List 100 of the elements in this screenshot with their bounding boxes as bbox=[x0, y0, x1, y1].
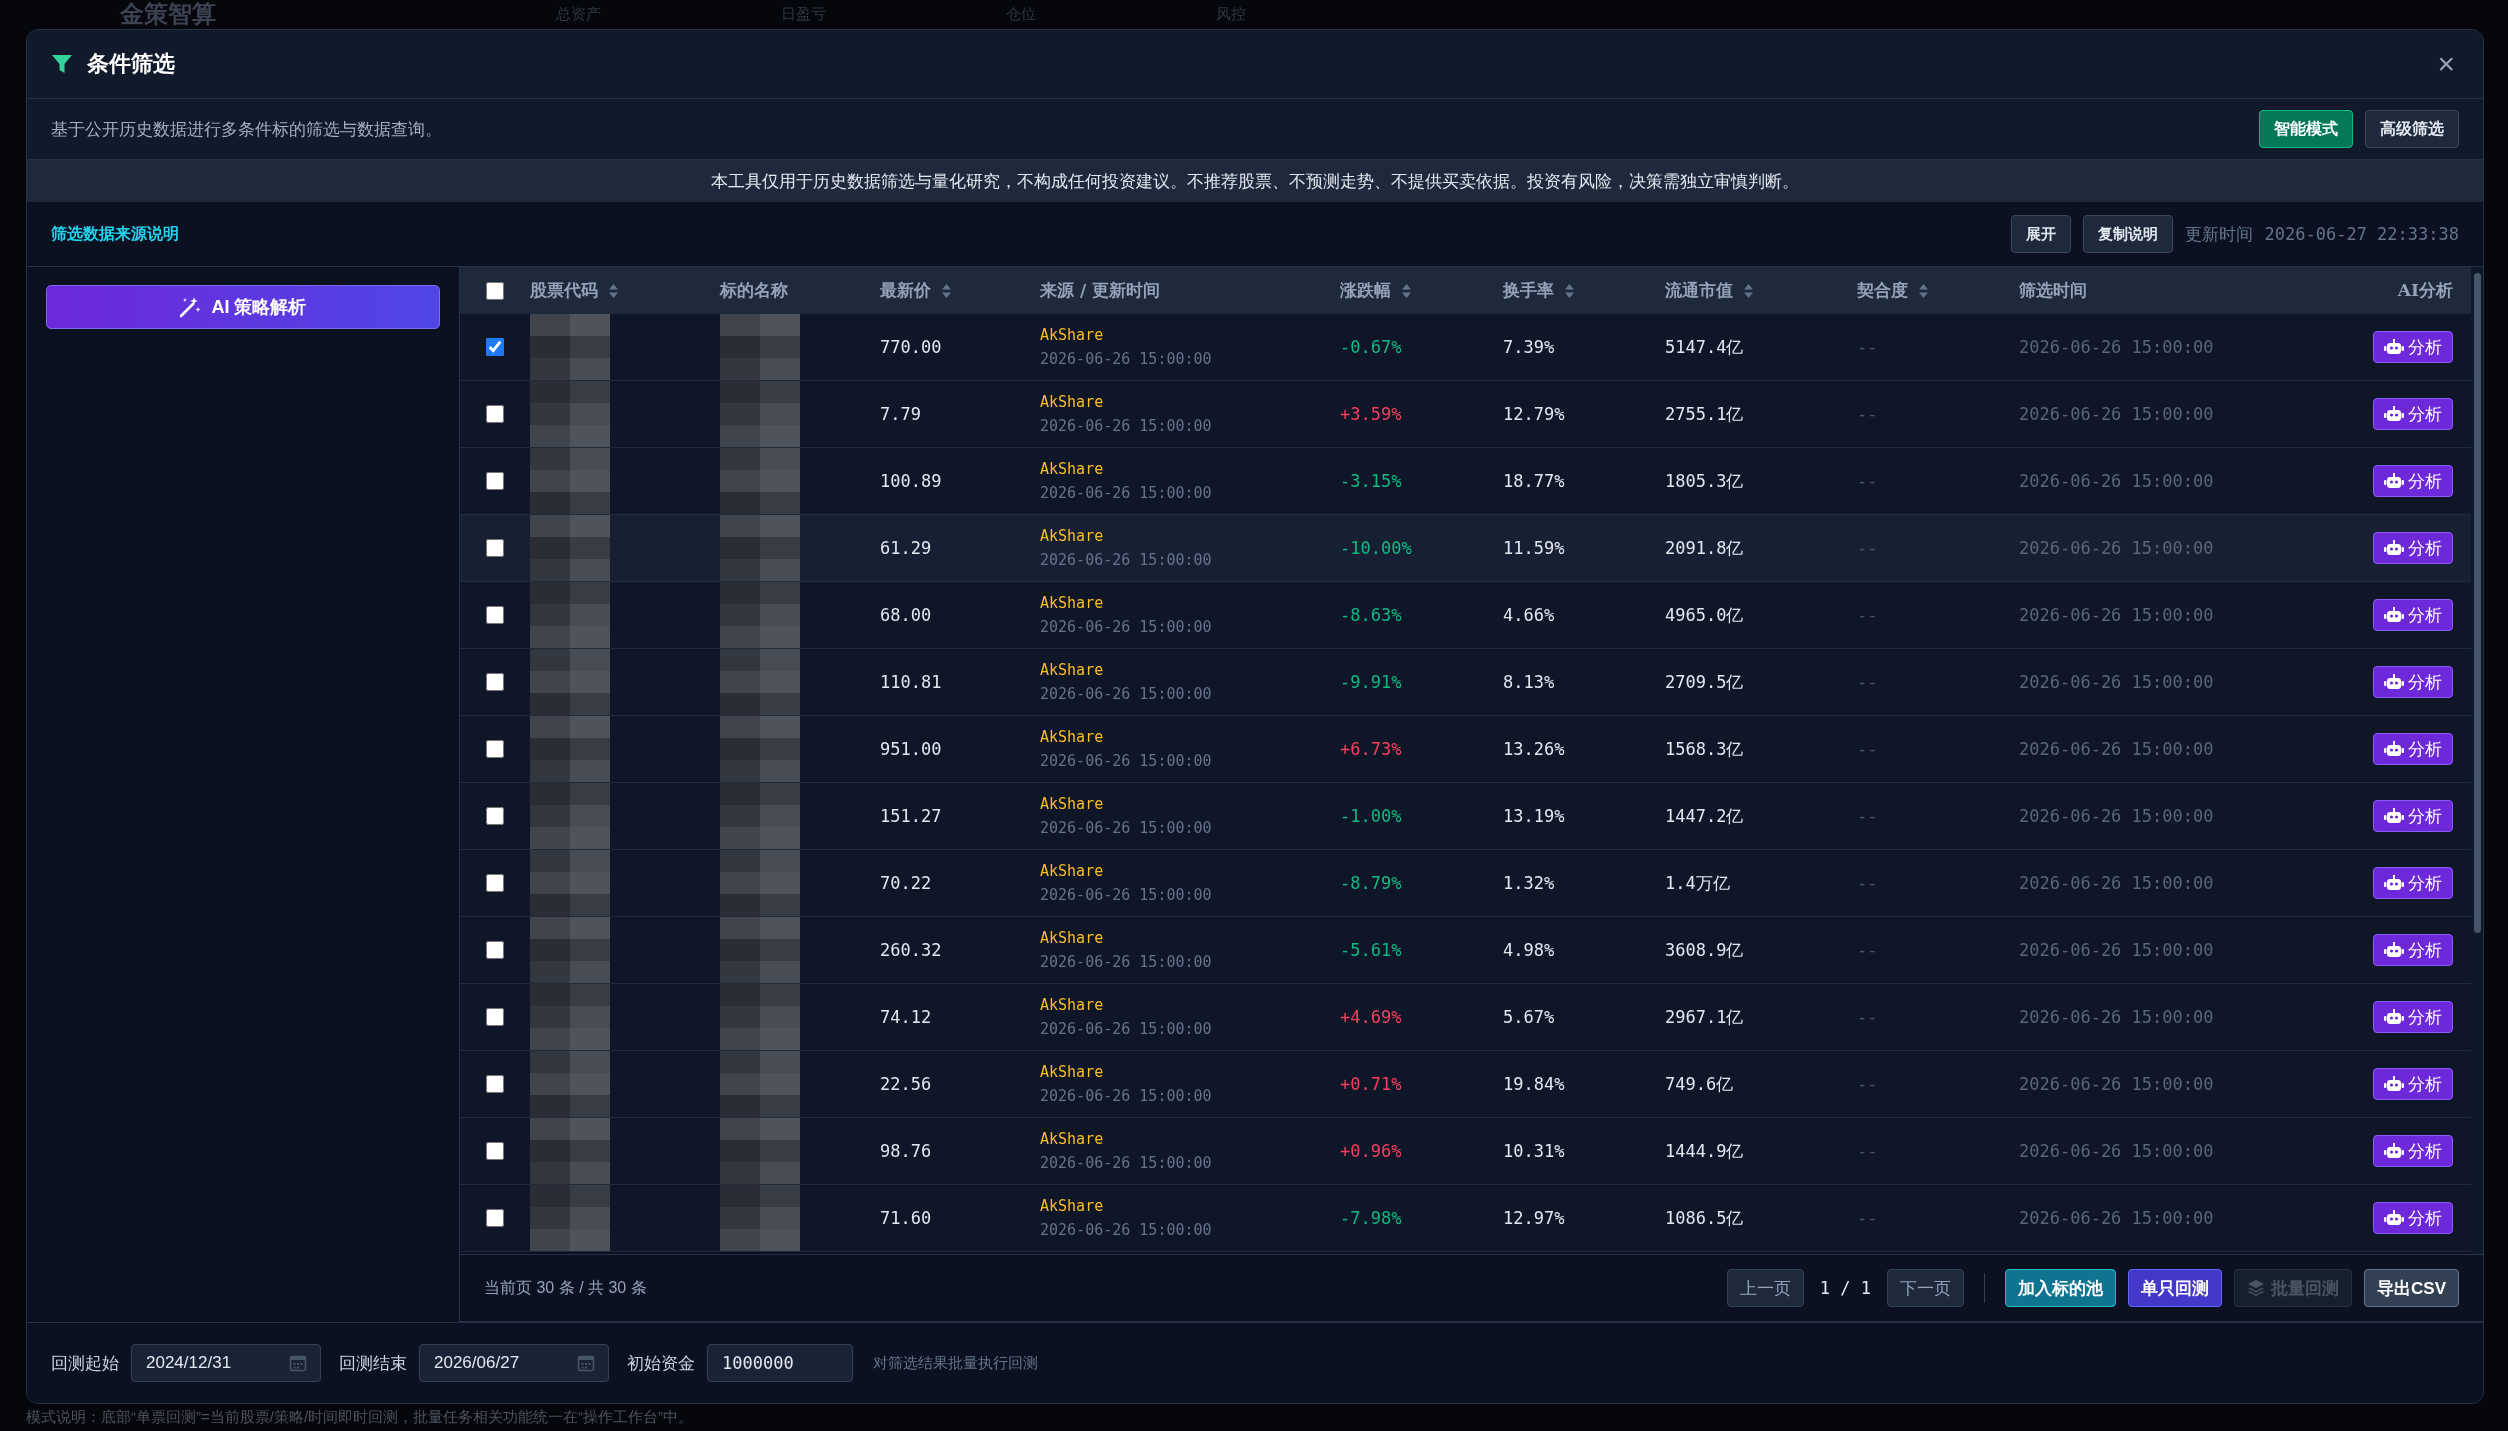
copy-button[interactable]: 复制说明 bbox=[2082, 215, 2173, 253]
column-header[interactable]: 换手率 bbox=[1503, 279, 1554, 302]
select-all-checkbox[interactable] bbox=[486, 281, 504, 300]
row-checkbox[interactable] bbox=[486, 874, 504, 892]
screen-time-cell-text: 2026-06-26 15:00:00 bbox=[2019, 538, 2215, 558]
fit-cell-text: -- bbox=[1857, 605, 1879, 625]
amount-field[interactable]: 1000000 bbox=[707, 1344, 853, 1382]
field-label: 初始资金 bbox=[627, 1352, 695, 1375]
price-cell-text: 151.27 bbox=[880, 806, 943, 826]
screen-time-cell-text: 2026-06-26 15:00:00 bbox=[2019, 337, 2215, 357]
market-cap-cell-text: 2709.5亿 bbox=[1665, 670, 1745, 694]
turnover-cell-text: 11.59% bbox=[1503, 538, 1566, 558]
update-time: 2026-06-26 15:00:00 bbox=[1040, 417, 1213, 435]
page-summary: 当前页 30 条 / 共 30 条 bbox=[484, 1277, 648, 1298]
change-cell: +0.96% bbox=[1340, 1141, 1402, 1161]
column-header[interactable]: 契合度 bbox=[1857, 279, 1908, 302]
price-cell-text: 22.56 bbox=[880, 1074, 933, 1094]
price-cell-text: 770.00 bbox=[880, 337, 943, 357]
source-name: AkShare bbox=[1040, 996, 1105, 1014]
change-cell: +6.73% bbox=[1340, 739, 1402, 759]
row-checkbox[interactable] bbox=[486, 338, 504, 356]
row-checkbox[interactable] bbox=[486, 941, 504, 959]
turnover-cell-text: 12.79% bbox=[1503, 404, 1566, 424]
fit-cell-text: -- bbox=[1857, 538, 1879, 558]
row-checkbox[interactable] bbox=[486, 1142, 504, 1160]
data-source-link[interactable]: 筛选数据来源说明 bbox=[51, 223, 1999, 245]
sort-icon bbox=[941, 282, 952, 299]
analyze-button[interactable]: 分析 bbox=[2373, 398, 2453, 430]
robot-icon bbox=[2384, 875, 2404, 891]
updated-label: 更新时间 bbox=[2184, 223, 2253, 246]
mode-button[interactable]: 高级筛选 bbox=[2365, 110, 2459, 148]
market-cap-cell-text: 5147.4亿 bbox=[1665, 335, 1745, 359]
description-text: 基于公开历史数据进行多条件标的筛选与数据查询。 bbox=[51, 118, 443, 141]
analyze-button[interactable]: 分析 bbox=[2373, 1001, 2453, 1033]
analyze-button[interactable]: 分析 bbox=[2373, 666, 2453, 698]
row-checkbox[interactable] bbox=[486, 472, 504, 490]
robot-icon bbox=[2384, 1076, 2404, 1092]
screen-time-cell-text: 2026-06-26 15:00:00 bbox=[2019, 404, 2215, 424]
robot-icon bbox=[2384, 607, 2404, 623]
action-button[interactable]: 单只回测 bbox=[2128, 1269, 2223, 1307]
source-name: AkShare bbox=[1040, 460, 1105, 478]
market-cap-cell-text: 2091.8亿 bbox=[1665, 536, 1745, 560]
action-button[interactable]: 导出CSV bbox=[2364, 1269, 2459, 1307]
fit-cell-text: -- bbox=[1857, 471, 1879, 491]
robot-icon bbox=[2384, 406, 2404, 422]
ai-strategy-button[interactable]: AI 策略解析 bbox=[46, 285, 440, 329]
close-button[interactable]: × bbox=[2433, 49, 2459, 79]
price-cell-text: 68.00 bbox=[880, 605, 933, 625]
date-field[interactable]: 2026/06/27 bbox=[419, 1344, 609, 1382]
analyze-button[interactable]: 分析 bbox=[2373, 1068, 2453, 1100]
analyze-button[interactable]: 分析 bbox=[2373, 599, 2453, 631]
update-time: 2026-06-26 15:00:00 bbox=[1040, 752, 1213, 770]
robot-icon bbox=[2384, 808, 2404, 824]
row-checkbox[interactable] bbox=[486, 405, 504, 423]
column-header[interactable]: 股票代码 bbox=[530, 279, 598, 302]
column-header[interactable]: 最新价 bbox=[880, 279, 931, 302]
column-header[interactable]: 涨跌幅 bbox=[1340, 279, 1391, 302]
price-cell-text: 74.12 bbox=[880, 1007, 933, 1027]
analyze-button[interactable]: 分析 bbox=[2373, 867, 2453, 899]
row-checkbox[interactable] bbox=[486, 807, 504, 825]
row-checkbox[interactable] bbox=[486, 1008, 504, 1026]
field-label: 回测结束 bbox=[339, 1352, 407, 1375]
turnover-cell-text: 19.84% bbox=[1503, 1074, 1566, 1094]
analyze-button[interactable]: 分析 bbox=[2373, 934, 2453, 966]
action-button[interactable]: 加入标的池 bbox=[2005, 1269, 2117, 1307]
screen-time-cell-text: 2026-06-26 15:00:00 bbox=[2019, 1074, 2215, 1094]
analyze-button[interactable]: 分析 bbox=[2373, 733, 2453, 765]
source-name: AkShare bbox=[1040, 795, 1105, 813]
analyze-button[interactable]: 分析 bbox=[2373, 1202, 2453, 1234]
market-cap-cell-text: 1805.3亿 bbox=[1665, 469, 1745, 493]
analyze-button[interactable]: 分析 bbox=[2373, 1135, 2453, 1167]
market-cap-cell-text: 3608.9亿 bbox=[1665, 938, 1745, 962]
row-checkbox[interactable] bbox=[486, 606, 504, 624]
column-header[interactable]: 流通市值 bbox=[1665, 279, 1733, 302]
row-checkbox[interactable] bbox=[486, 1209, 504, 1227]
layers-icon bbox=[2247, 1279, 2266, 1297]
analyze-button[interactable]: 分析 bbox=[2373, 800, 2453, 832]
expand-button[interactable]: 展开 bbox=[2010, 215, 2071, 253]
prev-page-button[interactable]: 上一页 bbox=[1726, 1269, 1804, 1307]
row-checkbox[interactable] bbox=[486, 740, 504, 758]
update-time: 2026-06-26 15:00:00 bbox=[1040, 484, 1213, 502]
row-checkbox[interactable] bbox=[486, 539, 504, 557]
screen-time-cell-text: 2026-06-26 15:00:00 bbox=[2019, 739, 2215, 759]
market-cap-cell-text: 4965.0亿 bbox=[1665, 603, 1745, 627]
analyze-button[interactable]: 分析 bbox=[2373, 465, 2453, 497]
next-page-button[interactable]: 下一页 bbox=[1887, 1269, 1965, 1307]
analyze-button[interactable]: 分析 bbox=[2373, 331, 2453, 363]
row-checkbox[interactable] bbox=[486, 1075, 504, 1093]
update-time: 2026-06-26 15:00:00 bbox=[1040, 1020, 1213, 1038]
mode-button[interactable]: 智能模式 bbox=[2259, 110, 2353, 148]
change-cell: -9.91% bbox=[1340, 672, 1402, 692]
date-field[interactable]: 2024/12/31 bbox=[131, 1344, 321, 1382]
price-cell-text: 7.79 bbox=[880, 404, 922, 424]
change-cell: -8.79% bbox=[1340, 873, 1402, 893]
price-cell-text: 951.00 bbox=[880, 739, 943, 759]
analyze-button[interactable]: 分析 bbox=[2373, 532, 2453, 564]
row-checkbox[interactable] bbox=[486, 673, 504, 691]
scrollbar-thumb[interactable] bbox=[2473, 273, 2481, 933]
backtest-hint: 对筛选结果批量执行回测 bbox=[873, 1353, 1038, 1373]
source-name: AkShare bbox=[1040, 728, 1105, 746]
